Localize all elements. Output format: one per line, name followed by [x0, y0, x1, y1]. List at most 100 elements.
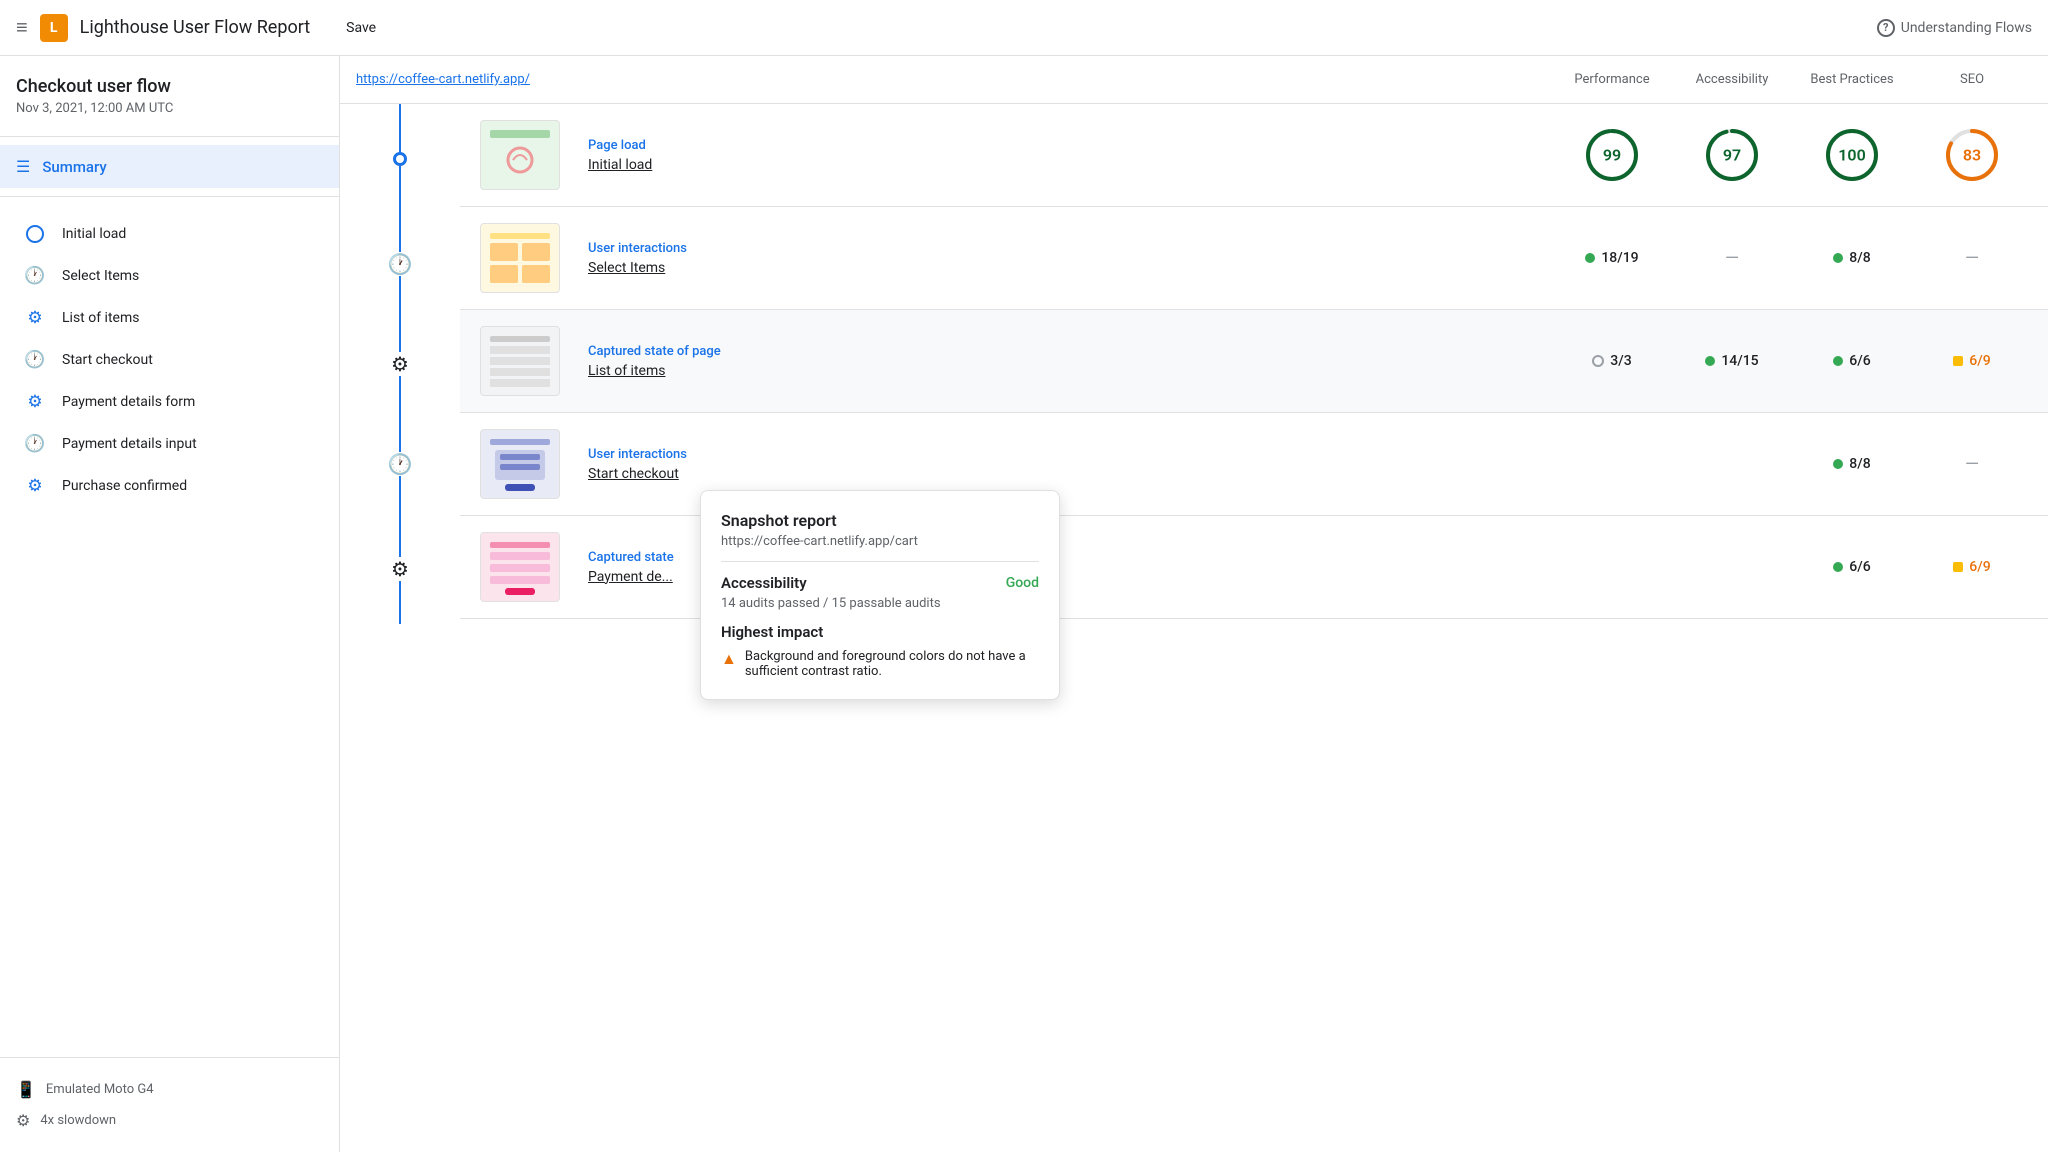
- tl-node-snapshot: ⚙: [389, 352, 411, 376]
- flow-row: User interactions Select Items 18/19: [460, 207, 2048, 309]
- tl-node-snapshot-2: ⚙: [389, 557, 411, 581]
- score-value: 97: [1723, 146, 1741, 165]
- tooltip-desc: 14 audits passed / 15 passable audits: [721, 596, 1039, 611]
- score-badge: 6/9: [1953, 559, 1990, 575]
- sidebar-item-label: Start checkout: [62, 352, 153, 368]
- snapshot-icon: ⚙: [24, 307, 46, 329]
- sidebar-item-list-of-items[interactable]: ⚙ List of items: [0, 297, 339, 339]
- score-value: 8/8: [1849, 456, 1870, 472]
- score-performance: 99: [1552, 127, 1672, 183]
- slowdown-info: ⚙ 4x slowdown: [16, 1105, 323, 1136]
- save-button[interactable]: Save: [346, 20, 376, 36]
- score-best-practices: 8/8: [1792, 456, 1912, 472]
- flow-info: Captured state of page List of items: [580, 344, 1552, 379]
- dot-icon: [1705, 356, 1715, 366]
- flow-section-payment: Captured state Payment de... 6/6: [460, 516, 2048, 619]
- performance-header: Performance: [1552, 72, 1672, 87]
- thumb-img: [480, 532, 560, 602]
- square-icon: [1953, 562, 1963, 572]
- thumbnail-initial: [460, 120, 580, 190]
- flow-name[interactable]: Select Items: [588, 260, 1544, 276]
- thumbnail-checkout: [460, 429, 580, 499]
- tooltip-title: Snapshot report: [721, 511, 1039, 530]
- score-value: 14/15: [1721, 353, 1758, 369]
- sidebar-item-purchase-confirmed[interactable]: ⚙ Purchase confirmed: [0, 465, 339, 507]
- score-best-practices: 6/6: [1792, 559, 1912, 575]
- tl-node-clock-2: 🕐: [386, 452, 415, 476]
- score-accessibility: 14/15: [1672, 353, 1792, 369]
- sidebar-item-label: Purchase confirmed: [62, 478, 187, 494]
- score-value: 83: [1963, 146, 1981, 165]
- flow-row: Captured state Payment de... 6/6: [460, 516, 2048, 618]
- flow-scores: 3/3 14/15: [1552, 353, 2032, 369]
- sidebar-header: Checkout user flow Nov 3, 2021, 12:00 AM…: [0, 56, 339, 128]
- score-badge: 8/8: [1833, 456, 1870, 472]
- help-icon: ?: [1877, 19, 1895, 37]
- table-area: Page load Initial load 99: [460, 104, 2048, 624]
- url-header[interactable]: https://coffee-cart.netlify.app/: [356, 72, 1552, 87]
- score-value: 6/9: [1969, 353, 1990, 369]
- sidebar-item-label: Initial load: [62, 226, 126, 242]
- summary-nav-item[interactable]: ☰ Summary: [0, 145, 339, 188]
- score-circle: 100: [1824, 127, 1880, 183]
- main-layout: Checkout user flow Nov 3, 2021, 12:00 AM…: [0, 56, 2048, 1152]
- flow-type: Page load: [588, 138, 1544, 153]
- flow-section-list-items: Captured state of page List of items 3/3: [460, 310, 2048, 413]
- main-content: https://coffee-cart.netlify.app/ Perform…: [340, 56, 2048, 1152]
- sidebar-item-select-items[interactable]: 🕐 Select Items: [0, 255, 339, 297]
- help-link[interactable]: ? Understanding Flows: [1877, 19, 2032, 37]
- tooltip-impact-item: ▲ Background and foreground colors do no…: [721, 649, 1039, 679]
- score-circle: 99: [1584, 127, 1640, 183]
- tooltip-url: https://coffee-cart.netlify.app/cart: [721, 534, 1039, 562]
- sidebar-divider: [0, 136, 339, 137]
- flow-scores: 6/6 6/9: [1552, 559, 2032, 575]
- sidebar-divider-2: [0, 196, 339, 197]
- sidebar-item-payment-input[interactable]: 🕐 Payment details input: [0, 423, 339, 465]
- menu-icon[interactable]: ≡: [16, 15, 28, 40]
- sidebar: Checkout user flow Nov 3, 2021, 12:00 AM…: [0, 56, 340, 1152]
- score-badge: 3/3: [1592, 353, 1631, 369]
- thumbnail-list: [460, 326, 580, 396]
- column-headers: https://coffee-cart.netlify.app/ Perform…: [340, 56, 2048, 104]
- timeline-column: 🕐 ⚙ 🕐 ⚙: [340, 104, 460, 624]
- score-best-practices: 6/6: [1792, 353, 1912, 369]
- sidebar-item-label: Payment details form: [62, 394, 195, 410]
- sidebar-item-start-checkout[interactable]: 🕐 Start checkout: [0, 339, 339, 381]
- flow-type: Captured state of page: [588, 344, 1544, 359]
- score-dash: —: [1965, 454, 1979, 475]
- sidebar-footer: 📱 Emulated Moto G4 ⚙ 4x slowdown: [0, 1057, 339, 1152]
- score-badge: 14/15: [1705, 353, 1758, 369]
- flow-row: User interactions Start checkout: [460, 413, 2048, 515]
- thumbnail-select: [460, 223, 580, 293]
- score-badge: 18/19: [1585, 250, 1638, 266]
- flow-type: User interactions: [588, 241, 1544, 256]
- dot-icon: [1833, 356, 1843, 366]
- sidebar-item-payment-form[interactable]: ⚙ Payment details form: [0, 381, 339, 423]
- score-value: 6/6: [1849, 353, 1870, 369]
- device-label: Emulated Moto G4: [46, 1082, 154, 1097]
- flow-name[interactable]: Start checkout: [588, 466, 1544, 482]
- logo-icon: L: [40, 14, 68, 42]
- sidebar-item-label: Select Items: [62, 268, 139, 284]
- flow-date: Nov 3, 2021, 12:00 AM UTC: [16, 101, 323, 116]
- snapshot-icon: ⚙: [24, 475, 46, 497]
- score-value: 8/8: [1849, 250, 1870, 266]
- tooltip-section-status: Good: [1006, 575, 1039, 591]
- thumbnail-payment: [460, 532, 580, 602]
- clock-icon: 🕐: [24, 265, 46, 287]
- flow-name[interactable]: Initial load: [588, 157, 1544, 173]
- score-performance: 3/3: [1552, 353, 1672, 369]
- device-info: 📱 Emulated Moto G4: [16, 1074, 323, 1105]
- sidebar-item-label: Payment details input: [62, 436, 197, 452]
- tl-node-clock: 🕐: [386, 252, 415, 276]
- sidebar-item-initial-load[interactable]: Initial load: [0, 213, 339, 255]
- score-performance: 18/19: [1552, 250, 1672, 266]
- score-seo: 83: [1912, 127, 2032, 183]
- flow-name[interactable]: List of items: [588, 363, 1544, 379]
- flow-info: Page load Initial load: [580, 138, 1552, 173]
- score-accessibility: —: [1672, 248, 1792, 269]
- score-accessibility: 97: [1672, 127, 1792, 183]
- score-badge: 8/8: [1833, 250, 1870, 266]
- open-circle-icon: [1592, 355, 1604, 367]
- best-practices-header: Best Practices: [1792, 72, 1912, 87]
